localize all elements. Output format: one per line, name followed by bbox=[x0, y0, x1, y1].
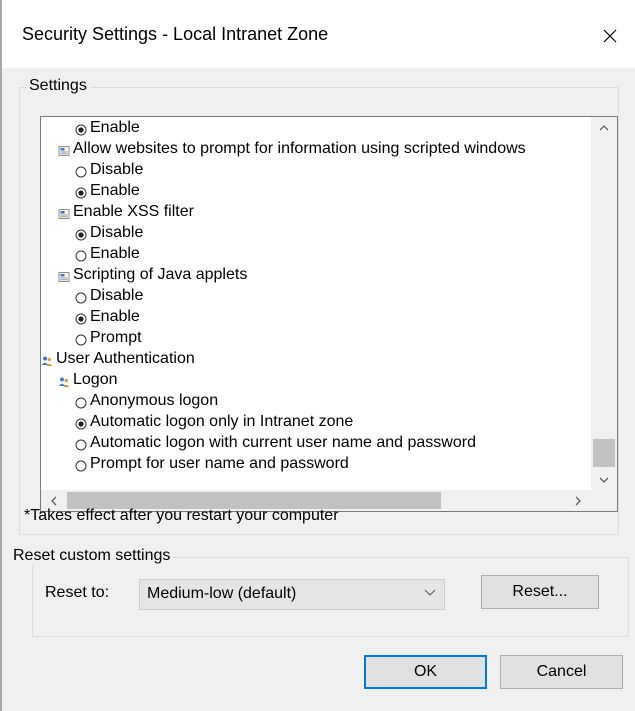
radio-checked-icon bbox=[75, 121, 87, 136]
radio-option[interactable]: Disable bbox=[75, 222, 143, 243]
radio-option[interactable]: Prompt bbox=[75, 327, 142, 348]
radio-option[interactable]: Automatic logon only in Intranet zone bbox=[75, 411, 353, 432]
radio-unchecked-icon bbox=[75, 163, 87, 178]
setting-item[interactable]: Allow websites to prompt for information… bbox=[58, 138, 526, 159]
category-item[interactable]: User Authentication bbox=[41, 348, 195, 369]
setting-icon bbox=[58, 268, 70, 282]
reset-button[interactable]: Reset... bbox=[481, 575, 599, 609]
tree-item-label: Disable bbox=[90, 224, 144, 241]
settings-tree[interactable]: Enable Allow websites to prompt for infor… bbox=[40, 116, 618, 512]
settings-group-label: Settings bbox=[26, 77, 90, 95]
security-settings-dialog: Security Settings - Local Intranet Zone … bbox=[2, 0, 635, 711]
radio-unchecked-icon bbox=[75, 394, 87, 409]
close-button[interactable] bbox=[585, 14, 635, 58]
tree-item-label: Scripting of Java applets bbox=[73, 266, 248, 283]
tree-item-label: Enable bbox=[90, 245, 140, 262]
radio-checked-icon bbox=[75, 226, 87, 241]
tree-item-label: Anonymous logon bbox=[90, 392, 219, 409]
setting-icon bbox=[58, 205, 70, 219]
chevron-left-icon bbox=[51, 496, 57, 505]
scroll-up-button[interactable] bbox=[591, 117, 617, 138]
radio-unchecked-icon bbox=[75, 247, 87, 262]
chevron-down-icon bbox=[424, 589, 436, 596]
settings-group: Settings Enable Allow websites to prompt … bbox=[19, 77, 619, 535]
radio-checked-icon bbox=[75, 310, 87, 325]
ok-button[interactable]: OK bbox=[364, 655, 487, 689]
radio-option[interactable]: Enable bbox=[75, 243, 140, 264]
vertical-scroll-thumb[interactable] bbox=[593, 439, 615, 467]
tree-item-label: Automatic logon with current user name a… bbox=[90, 434, 476, 451]
tree-item-label: Automatic logon only in Intranet zone bbox=[90, 413, 354, 430]
radio-option[interactable]: Enable bbox=[75, 117, 140, 138]
vertical-scrollbar[interactable] bbox=[591, 117, 617, 490]
tree-item-label: Allow websites to prompt for information… bbox=[73, 140, 526, 157]
users-icon bbox=[41, 352, 53, 366]
restart-note: *Takes effect after you restart your com… bbox=[24, 507, 339, 524]
chevron-up-icon bbox=[599, 124, 609, 130]
reset-level-dropdown[interactable]: Medium-low (default) bbox=[139, 579, 445, 610]
tree-item-label: Prompt bbox=[90, 329, 142, 346]
radio-unchecked-icon bbox=[75, 331, 87, 346]
radio-option[interactable]: Enable bbox=[75, 306, 140, 327]
tree-item-label: Enable bbox=[90, 308, 140, 325]
scroll-down-button[interactable] bbox=[591, 469, 617, 490]
scrollbar-corner bbox=[591, 490, 617, 511]
tree-item-label: Enable XSS filter bbox=[73, 203, 194, 220]
setting-icon bbox=[58, 142, 70, 156]
radio-checked-icon bbox=[75, 184, 87, 199]
tree-item-label: Enable bbox=[90, 119, 140, 136]
radio-unchecked-icon bbox=[75, 436, 87, 451]
tree-item-label: Disable bbox=[90, 287, 144, 304]
radio-unchecked-icon bbox=[75, 457, 87, 472]
radio-unchecked-icon bbox=[75, 289, 87, 304]
radio-option[interactable]: Disable bbox=[75, 159, 143, 180]
reset-group: Reset custom settings Reset to: Medium-l… bbox=[10, 547, 629, 637]
tree-item-label: Enable bbox=[90, 182, 140, 199]
setting-item[interactable]: Enable XSS filter bbox=[58, 201, 194, 222]
setting-item[interactable]: Scripting of Java applets bbox=[58, 264, 247, 285]
title-bar: Security Settings - Local Intranet Zone bbox=[2, 0, 635, 68]
radio-option[interactable]: Prompt for user name and password bbox=[75, 453, 349, 474]
close-icon bbox=[603, 29, 617, 43]
chevron-right-icon bbox=[575, 496, 581, 505]
radio-option[interactable]: Disable bbox=[75, 285, 143, 306]
tree-item-label: Prompt for user name and password bbox=[90, 455, 349, 472]
tree-item-label: Disable bbox=[90, 161, 144, 178]
tree-item-label: User Authentication bbox=[56, 350, 195, 367]
category-item[interactable]: Logon bbox=[58, 369, 118, 390]
radio-option[interactable]: Enable bbox=[75, 180, 140, 201]
chevron-down-icon bbox=[599, 477, 609, 483]
settings-tree-rows: Enable Allow websites to prompt for infor… bbox=[41, 117, 581, 490]
reset-to-label: Reset to: bbox=[45, 584, 110, 601]
scroll-right-button[interactable] bbox=[565, 490, 591, 511]
dialog-title: Security Settings - Local Intranet Zone bbox=[22, 24, 329, 44]
radio-option[interactable]: Automatic logon with current user name a… bbox=[75, 432, 476, 453]
reset-group-label: Reset custom settings bbox=[10, 547, 174, 565]
cancel-button[interactable]: Cancel bbox=[500, 655, 623, 689]
reset-level-value: Medium-low (default) bbox=[147, 585, 297, 602]
tree-item-label: Logon bbox=[73, 371, 118, 388]
radio-checked-icon bbox=[75, 415, 87, 430]
radio-option[interactable]: Anonymous logon bbox=[75, 390, 218, 411]
users-icon bbox=[58, 373, 70, 387]
